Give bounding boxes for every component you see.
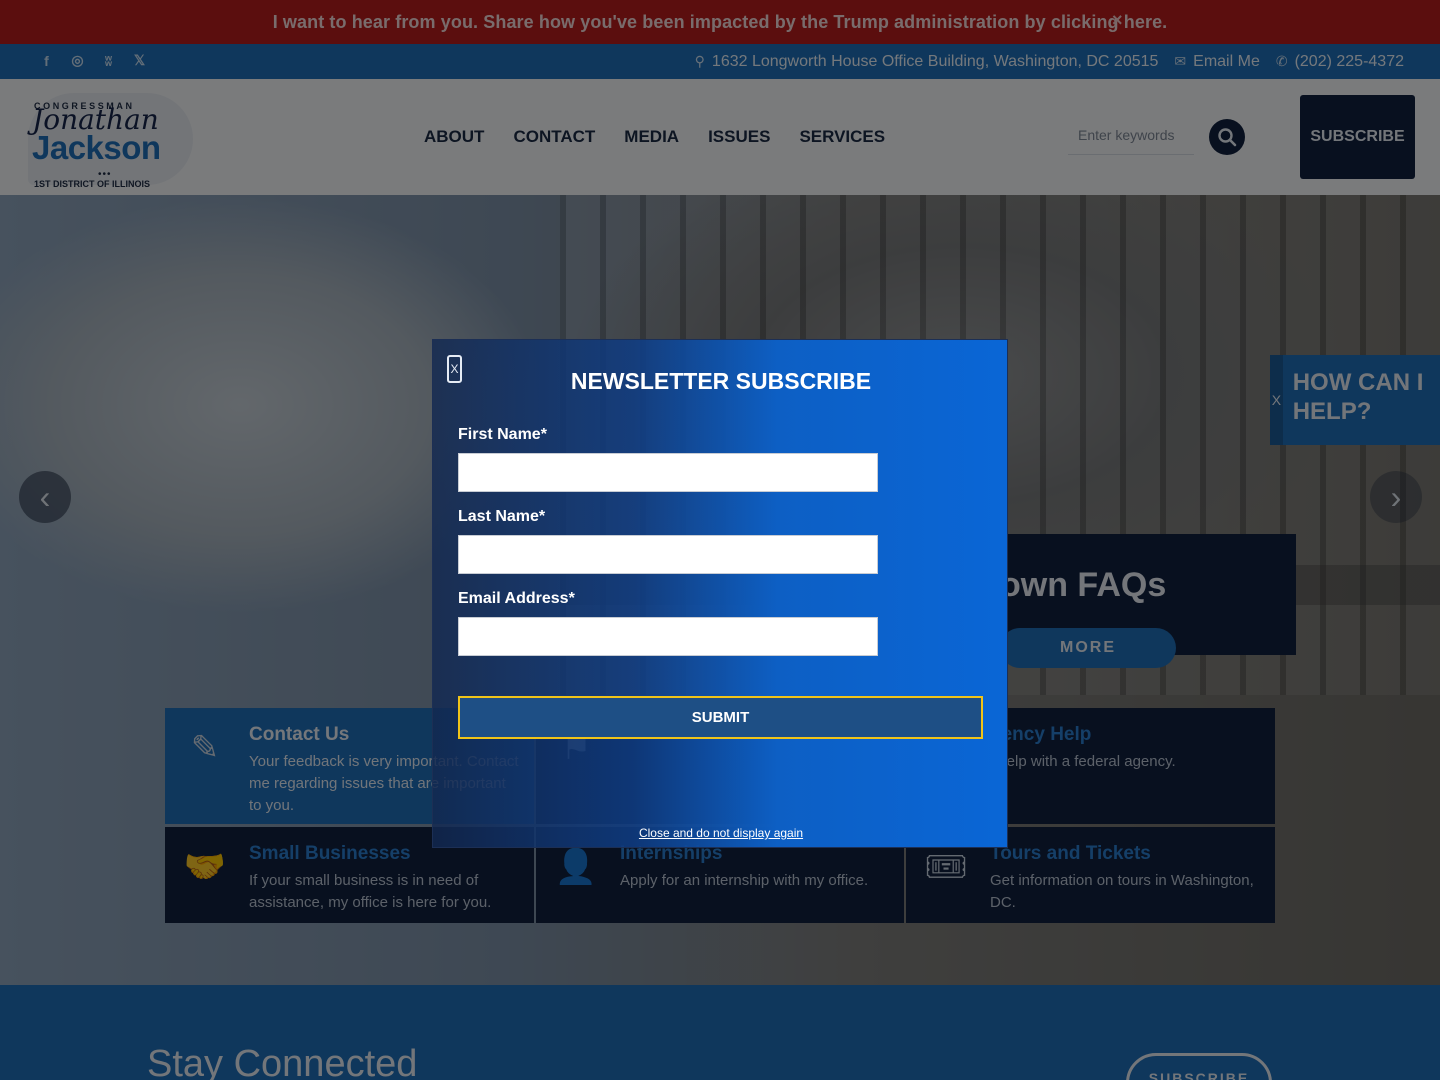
dont-display-again-link[interactable]: Close and do not display again bbox=[433, 826, 1009, 840]
email-label: Email Address* bbox=[458, 590, 575, 607]
submit-button[interactable]: SUBMIT bbox=[458, 696, 983, 739]
last-name-label: Last Name* bbox=[458, 508, 546, 525]
modal-title: NEWSLETTER SUBSCRIBE bbox=[570, 368, 872, 394]
first-name-label: First Name* bbox=[458, 426, 547, 443]
email-field[interactable] bbox=[458, 617, 878, 656]
last-name-field[interactable] bbox=[458, 535, 878, 574]
first-name-field[interactable] bbox=[458, 453, 878, 492]
newsletter-modal: X NEWSLETTER SUBSCRIBE First Name* Last … bbox=[432, 339, 1008, 848]
